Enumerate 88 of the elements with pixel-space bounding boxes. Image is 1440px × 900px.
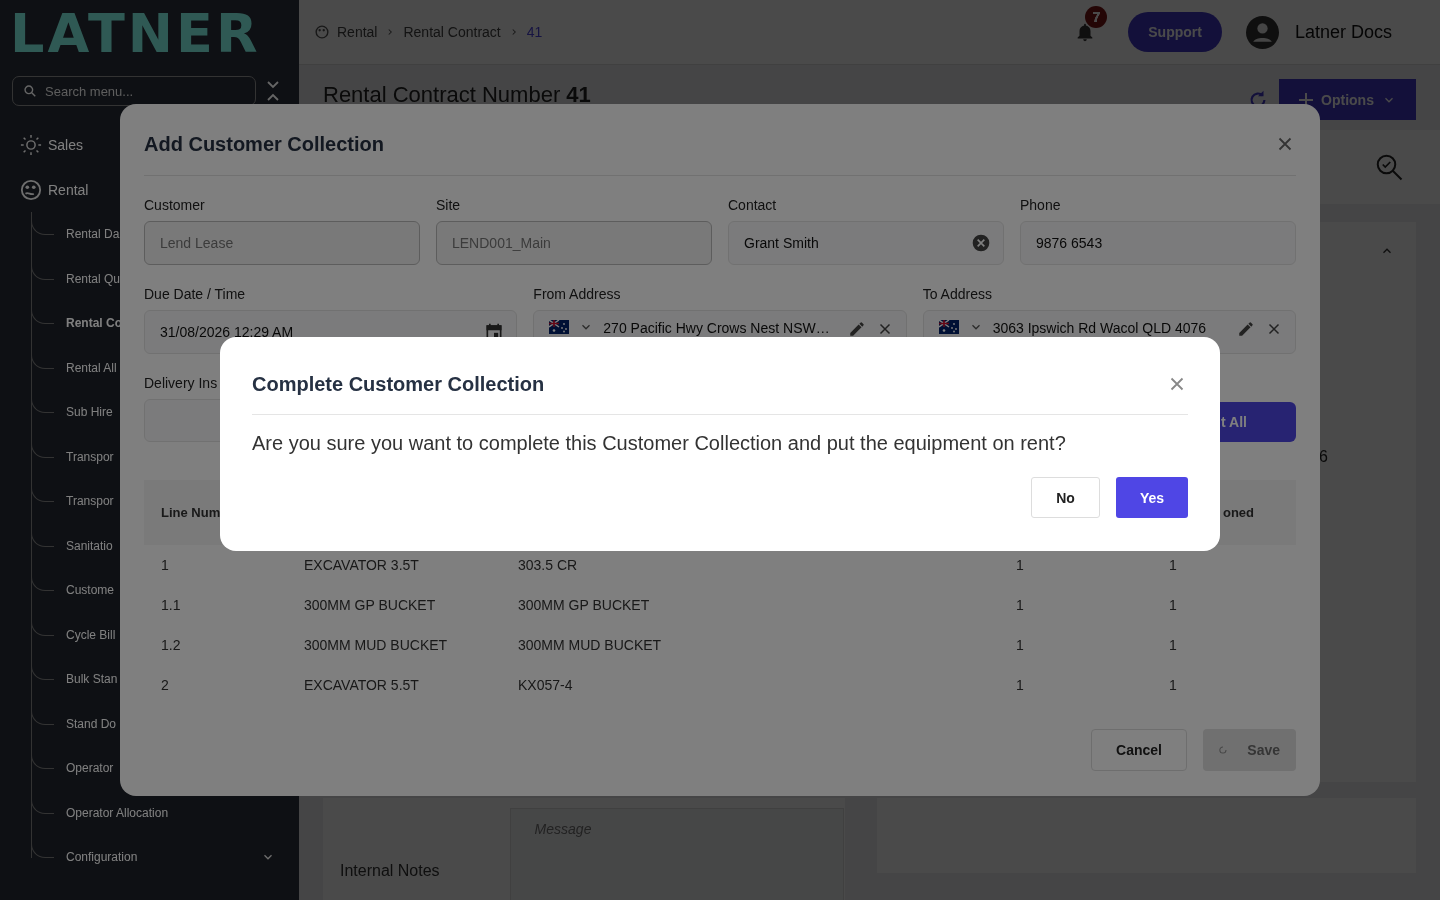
sidebar-item[interactable]: Custome [66, 583, 115, 598]
field-label: Phone [1020, 197, 1061, 215]
tree-connector [31, 531, 54, 547]
avatar-icon[interactable] [1245, 15, 1279, 49]
sidebar-item[interactable]: Transpor [66, 449, 114, 464]
table-cell-text: KX057-4 [518, 677, 574, 693]
table-cell-text: 1 [161, 557, 170, 573]
tree-connector [31, 353, 54, 369]
table-cell-text: 1 [1169, 557, 1178, 573]
dialog-message: Are you sure you want to complete this Customer Collection and put the equipment on rent? [252, 431, 1067, 456]
tree-connector [31, 442, 54, 458]
field-label: Customer [144, 197, 205, 215]
collapse-icon[interactable] [266, 80, 280, 102]
decline-button[interactable]: No [1031, 477, 1100, 518]
summary-value: 6 [1319, 448, 1328, 466]
field-label: Site [436, 197, 461, 215]
search-icon[interactable] [1374, 152, 1404, 182]
notes-label: Internal Notes [340, 862, 440, 880]
tree-connector [31, 665, 54, 680]
tree-connector [31, 220, 54, 235]
action-button[interactable]: t All [1220, 402, 1296, 442]
sidebar-item[interactable]: Rental Da [66, 227, 120, 242]
tree-connector [31, 798, 54, 814]
table-cell-text: 1.2 [161, 637, 182, 653]
table-cell-text: 1 [1016, 677, 1025, 693]
table-cell-text: 303.5 CR [518, 557, 579, 573]
contact-box[interactable]: Grant Smith [728, 221, 1004, 265]
field-label: Due Date / Time [144, 286, 246, 304]
table-cell-text: 2 [161, 677, 170, 693]
tree-connector [31, 754, 54, 769]
logo: LATNER [10, 2, 261, 66]
sidebar-item[interactable]: Sanitatio [66, 538, 113, 553]
table-cell-text: EXCAVATOR 5.5T [304, 677, 420, 693]
tree-connector [31, 309, 54, 324]
tree-connector [31, 576, 54, 591]
tree-connector [31, 843, 54, 858]
table-cell-text: 1 [1169, 677, 1178, 693]
sidebar-item[interactable]: Rental [48, 181, 89, 198]
tree-connector [31, 709, 54, 725]
sidebar-item[interactable]: Sub Hire [66, 405, 113, 420]
table-cell-text: 300MM GP BUCKET [304, 597, 437, 613]
table-cell-text: 300MM MUD BUCKET [304, 637, 449, 653]
sidebar-item[interactable]: Transpor [66, 494, 114, 509]
text-field[interactable]: 9876 6543 [1020, 221, 1296, 265]
cancel-button[interactable]: Cancel [1091, 729, 1187, 771]
tree-connector [31, 264, 54, 280]
sidebar-item[interactable]: Stand Do [66, 716, 117, 731]
sidebar-item[interactable]: Operator Allocation [66, 805, 169, 820]
field-label: From Address [533, 286, 621, 304]
date-field[interactable]: 31/08/2026 12:29 AM [160, 324, 475, 340]
notification-badge: 7 [1085, 6, 1108, 28]
search-field[interactable]: Search menu... [45, 83, 165, 99]
flag-icon [549, 320, 570, 334]
table-cell-text: 300MM GP BUCKET [518, 597, 651, 613]
table-cell-text: 1 [1016, 597, 1025, 613]
sidebar-item[interactable]: Cycle Bill [66, 627, 116, 642]
dialog-title: Complete Customer Collection [252, 372, 545, 397]
table-cell-text: 300MM MUD BUCKET [518, 637, 663, 653]
confirm-button[interactable]: Yes [1116, 477, 1188, 518]
sidebar-item[interactable]: Rental All [66, 360, 117, 375]
column-header: oned [1222, 505, 1254, 520]
tree-connector [31, 620, 54, 636]
field-label: To Address [922, 286, 992, 304]
table-cell-text: 1 [1169, 597, 1178, 613]
pencil-icon[interactable] [847, 320, 866, 338]
field-label: Contact [728, 197, 777, 215]
table-cell-text: 1.1 [161, 597, 182, 613]
sidebar-item[interactable]: Operator [66, 761, 114, 776]
table-cell-text: 1 [1016, 557, 1025, 573]
page-title: Rental Contract Number 41 [323, 81, 591, 108]
sidebar-item[interactable]: Configuration [66, 850, 138, 865]
sidebar-item[interactable]: Bulk Stan [66, 672, 118, 687]
tree-connector [31, 398, 54, 413]
contact-field[interactable]: Grant Smith [744, 235, 961, 251]
spinner-icon [1219, 743, 1227, 757]
table-cell-text: 1 [1169, 637, 1178, 653]
table-cell-text: 1 [1016, 637, 1025, 653]
modal-title: Add Customer Collection [144, 132, 384, 157]
tree-connector [31, 487, 54, 502]
search-box[interactable]: Search menu... [12, 76, 256, 106]
column-header: Line Num [161, 505, 221, 520]
search-icon [23, 84, 37, 98]
table-cell-text: EXCAVATOR 3.5T [304, 557, 420, 573]
field-label: Delivery Ins [144, 375, 218, 393]
sidebar-item[interactable]: Rental Qu [66, 271, 121, 286]
flag-icon [938, 320, 959, 334]
sidebar-item[interactable]: Sales [48, 136, 84, 153]
sun-icon [20, 133, 42, 156]
